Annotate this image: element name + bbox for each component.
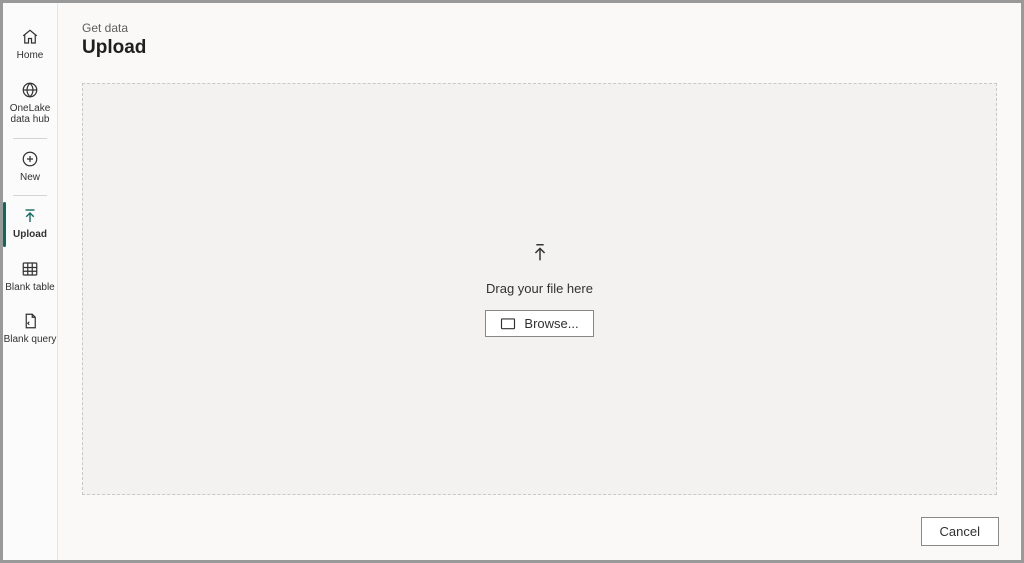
upload-arrow-icon: [529, 242, 551, 269]
breadcrumb: Get data: [82, 21, 997, 35]
onelake-icon: [20, 80, 40, 100]
header: Get data Upload: [58, 3, 1021, 69]
main: Get data Upload Drag your file here Brow…: [58, 3, 1021, 560]
content-area: Drag your file here Browse...: [58, 69, 1021, 507]
home-icon: [20, 27, 40, 47]
sidebar-item-onelake[interactable]: OneLake data hub: [3, 72, 57, 136]
sidebar-item-upload[interactable]: Upload: [3, 198, 57, 251]
sidebar-divider: [13, 195, 47, 196]
table-icon: [20, 259, 40, 279]
sidebar-item-label: Blank table: [5, 282, 54, 294]
query-icon: [20, 311, 40, 331]
sidebar-item-label: New: [20, 172, 40, 184]
sidebar-item-label: Home: [17, 50, 44, 62]
dropzone-text: Drag your file here: [486, 281, 593, 296]
sidebar-item-label: OneLake data hub: [10, 103, 51, 126]
sidebar-item-new[interactable]: New: [3, 141, 57, 194]
sidebar-divider: [13, 138, 47, 139]
footer: Cancel: [58, 507, 1021, 560]
browse-button-label: Browse...: [524, 316, 578, 331]
sidebar-item-label: Upload: [13, 229, 47, 241]
cancel-button[interactable]: Cancel: [921, 517, 999, 546]
sidebar-item-label: Blank query: [4, 334, 57, 346]
folder-icon: [500, 317, 516, 330]
sidebar-item-blank-query[interactable]: Blank query: [3, 303, 57, 356]
sidebar: Home OneLake data hub New Upload Blank t…: [3, 3, 58, 560]
sidebar-item-blank-table[interactable]: Blank table: [3, 251, 57, 304]
upload-icon: [20, 206, 40, 226]
plus-circle-icon: [20, 149, 40, 169]
sidebar-item-home[interactable]: Home: [3, 19, 57, 72]
browse-button[interactable]: Browse...: [485, 310, 593, 337]
page-title: Upload: [82, 37, 997, 59]
file-dropzone[interactable]: Drag your file here Browse...: [82, 83, 997, 495]
